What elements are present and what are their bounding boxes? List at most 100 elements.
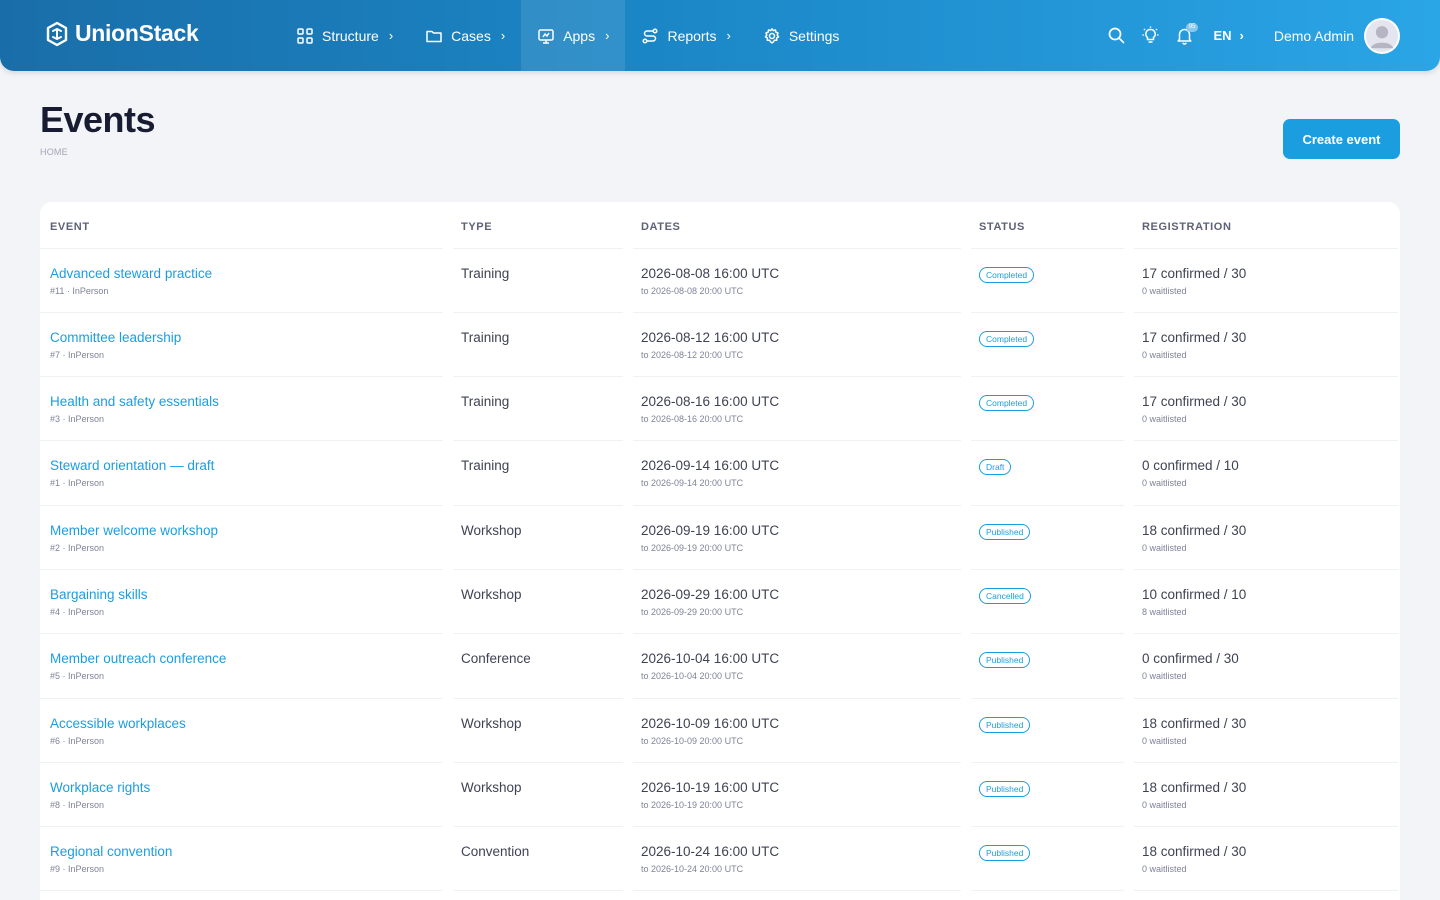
table-row[interactable]: Bargaining skills #4 · InPerson Workshop 20… xyxy=(40,569,1400,633)
row-divider xyxy=(633,890,961,891)
nav-label: Cases xyxy=(451,27,491,44)
nav-item-apps[interactable]: Apps › xyxy=(521,0,626,71)
event-start-date: 2026-09-19 16:00 UTC xyxy=(641,523,780,538)
event-meta: #1 · InPerson xyxy=(50,478,105,488)
column-header-dates[interactable]: DATES xyxy=(641,221,680,233)
table-row[interactable]: Accessible workplaces #6 · InPerson Worksh… xyxy=(40,698,1400,762)
event-name-link[interactable]: Steward orientation — draft xyxy=(50,458,214,473)
waitlist-count: 0 waitlisted xyxy=(1142,350,1187,360)
event-name-link[interactable]: Committee leadership xyxy=(50,330,181,345)
row-divider xyxy=(40,826,443,827)
row-divider xyxy=(453,633,623,634)
row-divider xyxy=(633,569,961,570)
nav-label: Settings xyxy=(788,27,840,44)
table-row[interactable]: Committee leadership #7 · InPerson Trainin… xyxy=(40,312,1400,376)
table-row[interactable]: Member welcome workshop #2 · InPerson Work… xyxy=(40,505,1400,569)
monitor-icon xyxy=(538,28,554,44)
brand-logo[interactable]: UnionStack xyxy=(46,20,199,47)
status-badge: Published xyxy=(979,845,1031,861)
notifications-button[interactable]: 95 xyxy=(1167,19,1201,53)
event-name-link[interactable]: Accessible workplaces xyxy=(50,716,186,731)
status-badge: Published xyxy=(979,717,1031,733)
event-end-date: to 2026-10-19 20:00 UTC xyxy=(641,800,744,810)
row-divider xyxy=(633,376,961,377)
user-avatar-icon xyxy=(1365,19,1399,52)
create-event-button[interactable]: Create event xyxy=(1283,119,1400,159)
row-divider xyxy=(453,569,623,570)
nav-item-settings[interactable]: Settings xyxy=(747,0,856,71)
user-avatar[interactable] xyxy=(1364,17,1400,54)
registration-count: 0 confirmed / 10 xyxy=(1142,458,1239,473)
top-navbar: UnionStack Structure › Cases › Apps › Re… xyxy=(0,0,1440,71)
nav-item-reports[interactable]: Reports › xyxy=(625,0,746,71)
language-selector[interactable]: EN › xyxy=(1213,28,1243,43)
header-tools: 95 EN › Demo Admin xyxy=(1099,0,1400,71)
event-meta: #2 · InPerson xyxy=(50,543,105,553)
registration-count: 18 confirmed / 30 xyxy=(1142,844,1247,859)
table-row[interactable]: Advanced steward practice #11 · InPerson T… xyxy=(40,248,1400,312)
notification-count-badge: 95 xyxy=(1185,22,1199,32)
event-name-link[interactable]: Regional convention xyxy=(50,844,172,859)
user-name[interactable]: Demo Admin xyxy=(1274,28,1354,44)
row-divider xyxy=(971,698,1124,699)
status-badge: Published xyxy=(979,524,1031,540)
registration-count: 17 confirmed / 30 xyxy=(1142,330,1247,345)
registration-count: 17 confirmed / 30 xyxy=(1142,394,1247,409)
chevron-right-icon: › xyxy=(388,28,394,43)
breadcrumb[interactable]: HOME xyxy=(40,147,68,157)
event-name-link[interactable]: Member welcome workshop xyxy=(50,523,218,538)
registration-count: 10 confirmed / 10 xyxy=(1142,587,1247,602)
event-name-link[interactable]: Member outreach conference xyxy=(50,651,226,666)
row-divider xyxy=(1134,698,1398,699)
event-name-link[interactable]: Advanced steward practice xyxy=(50,266,212,281)
row-divider xyxy=(453,698,623,699)
gear-icon xyxy=(764,27,780,44)
row-divider xyxy=(1134,312,1398,313)
row-divider xyxy=(971,569,1124,570)
row-divider xyxy=(40,698,443,699)
table-header: EVENT TYPE DATES STATUS REGISTRATION xyxy=(40,202,1400,250)
event-meta: #11 · InPerson xyxy=(50,286,109,296)
registration-count: 18 confirmed / 30 xyxy=(1142,780,1247,795)
table-row[interactable]: Member outreach conference #5 · InPerson C… xyxy=(40,633,1400,697)
nav-item-structure[interactable]: Structure › xyxy=(280,0,409,71)
row-divider xyxy=(40,376,443,377)
nav-item-cases[interactable]: Cases › xyxy=(409,0,521,71)
table-row[interactable]: Workplace rights #8 · InPerson Workshop 202… xyxy=(40,762,1400,826)
event-meta: #7 · InPerson xyxy=(50,350,105,360)
row-divider xyxy=(40,633,443,634)
event-start-date: 2026-10-19 16:00 UTC xyxy=(641,780,780,795)
event-meta: #8 · InPerson xyxy=(50,800,105,810)
tips-button[interactable] xyxy=(1133,19,1167,53)
table-row[interactable]: Steward orientation — draft #1 · InPerson… xyxy=(40,440,1400,504)
event-type: Training xyxy=(461,266,510,281)
nav-label: Reports xyxy=(667,27,717,44)
column-header-event[interactable]: EVENT xyxy=(50,221,90,233)
event-meta: #4 · InPerson xyxy=(50,607,105,617)
column-header-status[interactable]: STATUS xyxy=(979,221,1025,233)
waitlist-count: 0 waitlisted xyxy=(1142,478,1187,488)
table-row[interactable]: Health and safety essentials #3 · InPerso… xyxy=(40,376,1400,440)
row-divider xyxy=(633,505,961,506)
row-divider xyxy=(453,826,623,827)
row-divider xyxy=(40,762,443,763)
row-divider xyxy=(40,440,443,441)
status-badge: Completed xyxy=(979,395,1035,411)
column-header-type[interactable]: TYPE xyxy=(461,221,492,233)
event-type: Convention xyxy=(461,844,530,859)
row-divider xyxy=(1134,440,1398,441)
row-divider xyxy=(633,440,961,441)
event-name-link[interactable]: Bargaining skills xyxy=(50,587,148,602)
column-header-registration[interactable]: REGISTRATION xyxy=(1142,221,1232,233)
table-row[interactable]: Regional convention #9 · InPerson Conventi… xyxy=(40,826,1400,890)
search-icon xyxy=(1108,27,1125,44)
event-end-date: to 2026-09-29 20:00 UTC xyxy=(641,607,744,617)
event-name-link[interactable]: Workplace rights xyxy=(50,780,150,795)
row-divider xyxy=(453,890,623,891)
event-end-date: to 2026-09-14 20:00 UTC xyxy=(641,478,744,488)
search-button[interactable] xyxy=(1099,19,1133,53)
waitlist-count: 0 waitlisted xyxy=(1142,800,1187,810)
row-divider xyxy=(971,248,1124,249)
event-name-link[interactable]: Health and safety essentials xyxy=(50,394,219,409)
chevron-right-icon: › xyxy=(605,28,610,43)
